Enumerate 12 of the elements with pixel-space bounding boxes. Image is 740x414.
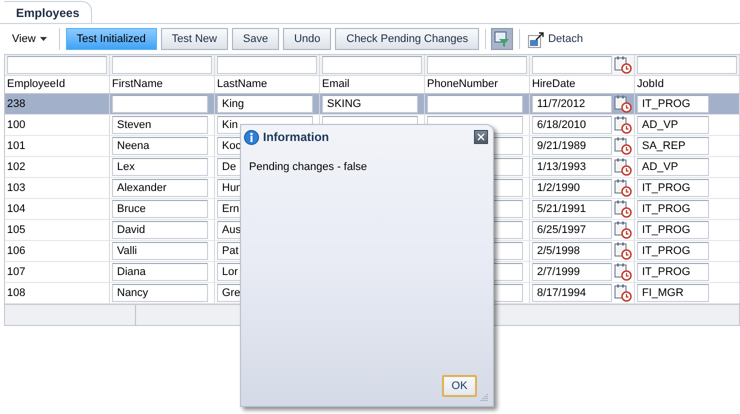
dialog-message: Pending changes - false xyxy=(249,161,368,173)
table-cell-text: 104 xyxy=(7,202,26,217)
dialog-title: Information xyxy=(263,129,329,146)
table-cell-text: 100 xyxy=(7,118,26,133)
table-cell-text: 238 xyxy=(7,96,26,112)
table-cell-text: 107 xyxy=(7,264,26,280)
table-cell-text: 108 xyxy=(7,286,26,301)
table-cell-text: 102 xyxy=(7,160,26,175)
table-cell-text: 105 xyxy=(7,222,26,238)
table-cell-text: 103 xyxy=(7,180,26,196)
table-cell-text: 106 xyxy=(7,244,26,259)
table-cell-text: 101 xyxy=(7,138,26,154)
